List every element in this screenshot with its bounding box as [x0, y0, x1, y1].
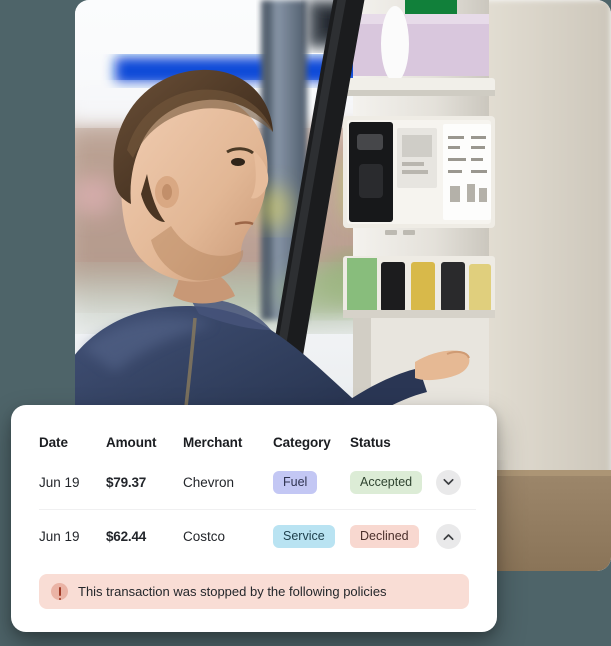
cell-merchant: Chevron: [183, 474, 235, 490]
chevron-up-icon: [443, 533, 454, 540]
cell-amount: $79.37: [106, 474, 147, 490]
alert-exclamation-icon: [51, 583, 68, 600]
cell-merchant: Costco: [183, 529, 226, 544]
table-row[interactable]: Jun 19 $62.44 Costco Service Declined: [39, 510, 476, 563]
column-header-amount: Amount: [106, 435, 157, 450]
status-badge: Declined: [350, 524, 419, 549]
transactions-card: Date Amount Merchant Category Status Jun…: [11, 405, 497, 632]
cell-action: [436, 510, 476, 563]
cell-date: Jun 19: [39, 474, 80, 490]
policy-alert-banner: This transaction was stopped by the foll…: [39, 574, 469, 609]
chevron-down-icon: [443, 479, 454, 486]
cell-date: Jun 19: [39, 529, 80, 544]
cell-status: Accepted: [350, 456, 436, 509]
cell-amount: $62.44: [106, 529, 147, 544]
table-header-row: Date Amount Merchant Category Status: [39, 405, 476, 456]
column-header-action: [436, 405, 476, 456]
cell-action: [436, 456, 476, 509]
column-header-category: Category: [273, 435, 331, 450]
category-badge: Service: [273, 524, 335, 549]
category-badge: Fuel: [273, 470, 318, 494]
status-badge: Accepted: [350, 470, 423, 494]
expand-row-button[interactable]: [436, 469, 461, 495]
column-header-merchant: Merchant: [183, 435, 243, 450]
column-header-date: Date: [39, 435, 68, 450]
collapse-row-button[interactable]: [436, 524, 461, 549]
transactions-table: Date Amount Merchant Category Status Jun…: [39, 405, 476, 563]
cell-category: Fuel: [273, 456, 350, 509]
alert-message: This transaction was stopped by the foll…: [78, 584, 387, 599]
column-header-status: Status: [350, 435, 391, 450]
table-row[interactable]: Jun 19 $79.37 Chevron Fuel Accepted: [39, 456, 476, 509]
cell-category: Service: [273, 510, 350, 563]
cell-status: Declined: [350, 510, 436, 563]
